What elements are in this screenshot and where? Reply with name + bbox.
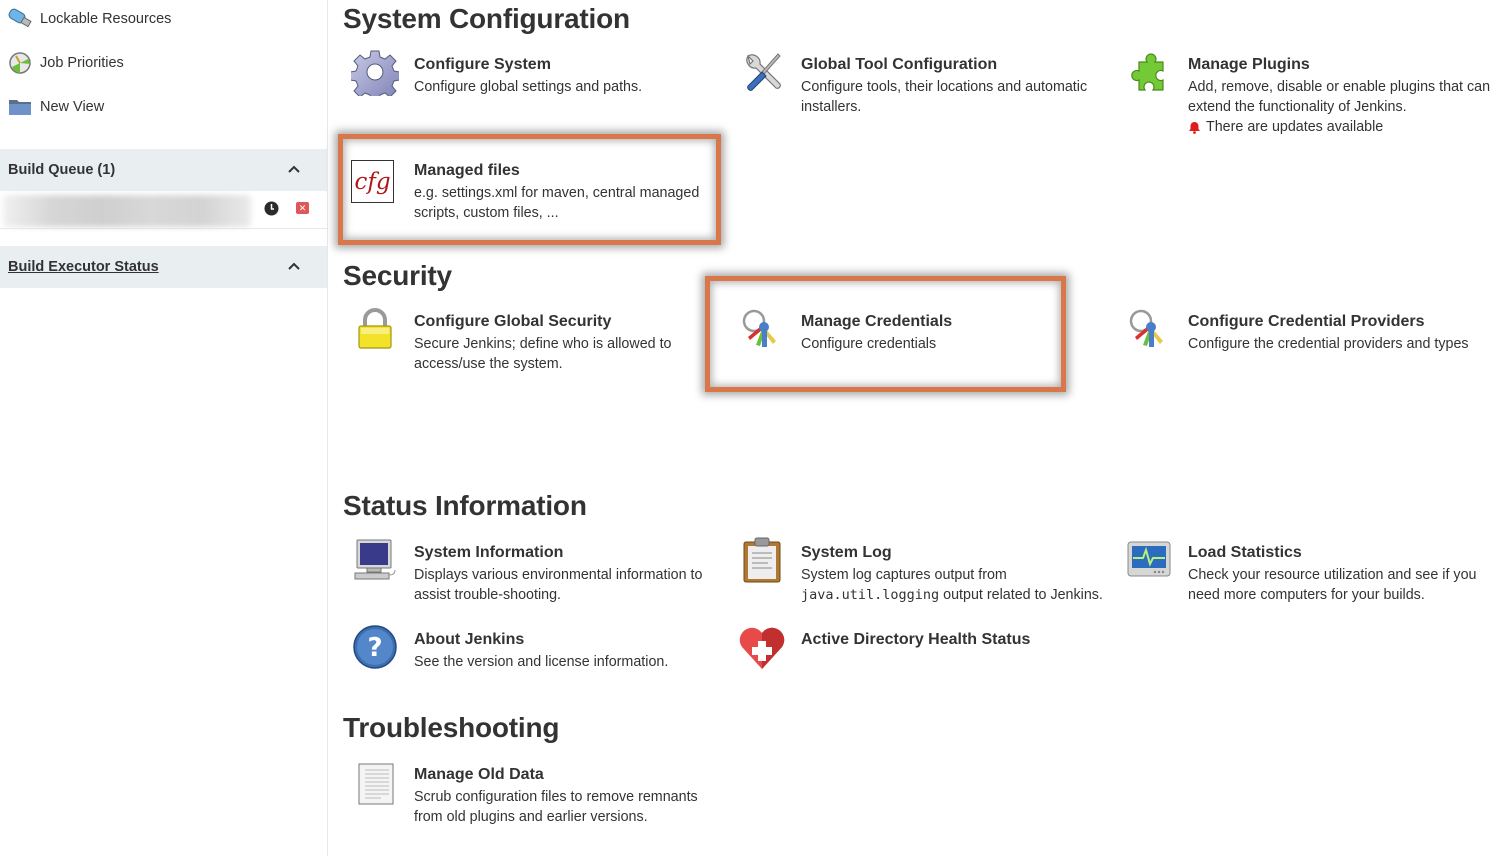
usb-drive-icon	[8, 7, 32, 31]
document-icon	[358, 763, 394, 805]
item-name: Configure System	[414, 56, 551, 73]
item-name: Managed files	[414, 162, 520, 179]
system-log-link[interactable]: System Log System log captures output fr…	[730, 536, 1110, 605]
sidebar-item-label: New View	[40, 99, 105, 115]
item-name: Configure Credential Providers	[1188, 313, 1425, 330]
section-title-troubleshooting: Troubleshooting	[343, 712, 560, 743]
section-title-security: Security	[343, 260, 452, 291]
item-name: System Log	[801, 544, 892, 561]
monitor-pulse-icon	[1127, 541, 1171, 577]
item-description: Configure the credential providers and t…	[1188, 336, 1469, 352]
item-name: Manage Credentials	[801, 313, 953, 330]
item-description: e.g. settings.xml for maven, central man…	[414, 185, 700, 221]
configure-global-security-link[interactable]: Configure Global Security Secure Jenkins…	[343, 305, 703, 374]
keys-icon	[1129, 309, 1163, 347]
item-description: Add, remove, disable or enable plugins t…	[1188, 79, 1491, 115]
item-name: Active Directory Health Status	[801, 631, 1031, 648]
item-description: Displays various environmental informati…	[414, 567, 703, 603]
desc-post: output related to Jenkins.	[943, 587, 1103, 603]
sidebar-item-new-view[interactable]: New View	[8, 95, 104, 119]
cfg-file-icon: cfg	[351, 160, 394, 203]
item-description: See the version and license information.	[414, 654, 669, 670]
item-description: System log captures output from java.uti…	[801, 565, 1110, 605]
item-name: Configure Global Security	[414, 313, 612, 330]
padlock-icon	[358, 308, 392, 349]
item-name: Load Statistics	[1188, 544, 1302, 561]
item-name: System Information	[414, 544, 564, 561]
manage-plugins-link[interactable]: Manage Plugins Add, remove, disable or e…	[1117, 48, 1497, 137]
sidebar: Lockable Resources Job Priorities New Vi…	[0, 0, 328, 856]
computer-icon	[354, 539, 396, 580]
bell-icon	[1189, 121, 1200, 134]
item-name: Manage Plugins	[1188, 56, 1310, 73]
build-queue-title: Build Queue (1)	[8, 162, 116, 178]
system-information-link[interactable]: System Information Displays various envi…	[343, 536, 703, 605]
section-title-status-information: Status Information	[343, 490, 587, 521]
sidebar-item-lockable-resources[interactable]: Lockable Resources	[8, 7, 171, 31]
updates-available-text: There are updates available	[1206, 119, 1384, 135]
managed-files-link[interactable]: cfg Managed files e.g. settings.xml for …	[343, 154, 703, 223]
item-name: About Jenkins	[414, 631, 525, 648]
build-executor-header: Build Executor Status	[0, 246, 327, 288]
about-jenkins-link[interactable]: ? About Jenkins See the version and lice…	[343, 623, 703, 672]
help-icon: ?	[353, 625, 397, 669]
build-executor-status-link[interactable]: Build Executor Status	[8, 259, 159, 275]
cancel-icon[interactable]: ✕	[296, 202, 309, 214]
manage-credentials-link[interactable]: Manage Credentials Configure credentials	[730, 305, 1090, 354]
updates-available-notice[interactable]: There are updates available	[1188, 117, 1497, 137]
sidebar-item-label: Job Priorities	[40, 55, 124, 71]
queue-item-name-redacted[interactable]	[3, 195, 251, 227]
item-description: Secure Jenkins; define who is allowed to…	[414, 336, 672, 372]
global-tool-configuration-link[interactable]: Global Tool Configuration Configure tool…	[730, 48, 1090, 117]
build-queue-header: Build Queue (1)	[0, 149, 327, 191]
build-queue-item: ✕	[0, 191, 327, 229]
item-description: Configure global settings and paths.	[414, 79, 643, 95]
item-description: Configure credentials	[801, 336, 937, 352]
sidebar-item-label: Lockable Resources	[40, 11, 172, 27]
tools-icon	[746, 53, 781, 91]
configure-system-link[interactable]: Configure System Configure global settin…	[343, 48, 703, 97]
clipboard-icon	[743, 537, 781, 583]
svg-text:?: ?	[367, 633, 382, 663]
sidebar-item-job-priorities[interactable]: Job Priorities	[8, 51, 124, 75]
chevron-up-icon[interactable]	[287, 259, 301, 273]
load-statistics-link[interactable]: Load Statistics Check your resource util…	[1117, 536, 1497, 605]
item-name: Global Tool Configuration	[801, 56, 998, 73]
heart-plus-icon	[739, 627, 785, 669]
main-content: System Configuration Configure System Co…	[338, 0, 1500, 856]
section-title-system-configuration: System Configuration	[343, 3, 630, 34]
folder-icon	[8, 95, 32, 119]
gear-icon	[351, 50, 399, 96]
item-description: Scrub configuration files to remove remn…	[414, 789, 698, 825]
manage-old-data-link[interactable]: Manage Old Data Scrub configuration file…	[343, 758, 703, 827]
item-description: Configure tools, their locations and aut…	[801, 79, 1088, 115]
keys-icon	[742, 309, 776, 347]
desc-pre: System log captures output from	[801, 567, 1007, 583]
puzzle-piece-icon	[1131, 53, 1164, 91]
configure-credential-providers-link[interactable]: Configure Credential Providers Configure…	[1117, 305, 1497, 354]
clock-icon	[264, 201, 279, 216]
item-name: Manage Old Data	[414, 766, 544, 783]
desc-code: java.util.logging	[801, 587, 940, 603]
chevron-up-icon[interactable]	[287, 162, 301, 176]
active-directory-health-link[interactable]: Active Directory Health Status	[730, 623, 1110, 671]
item-description: Check your resource utilization and see …	[1188, 567, 1477, 603]
priority-gauge-icon	[8, 51, 32, 75]
